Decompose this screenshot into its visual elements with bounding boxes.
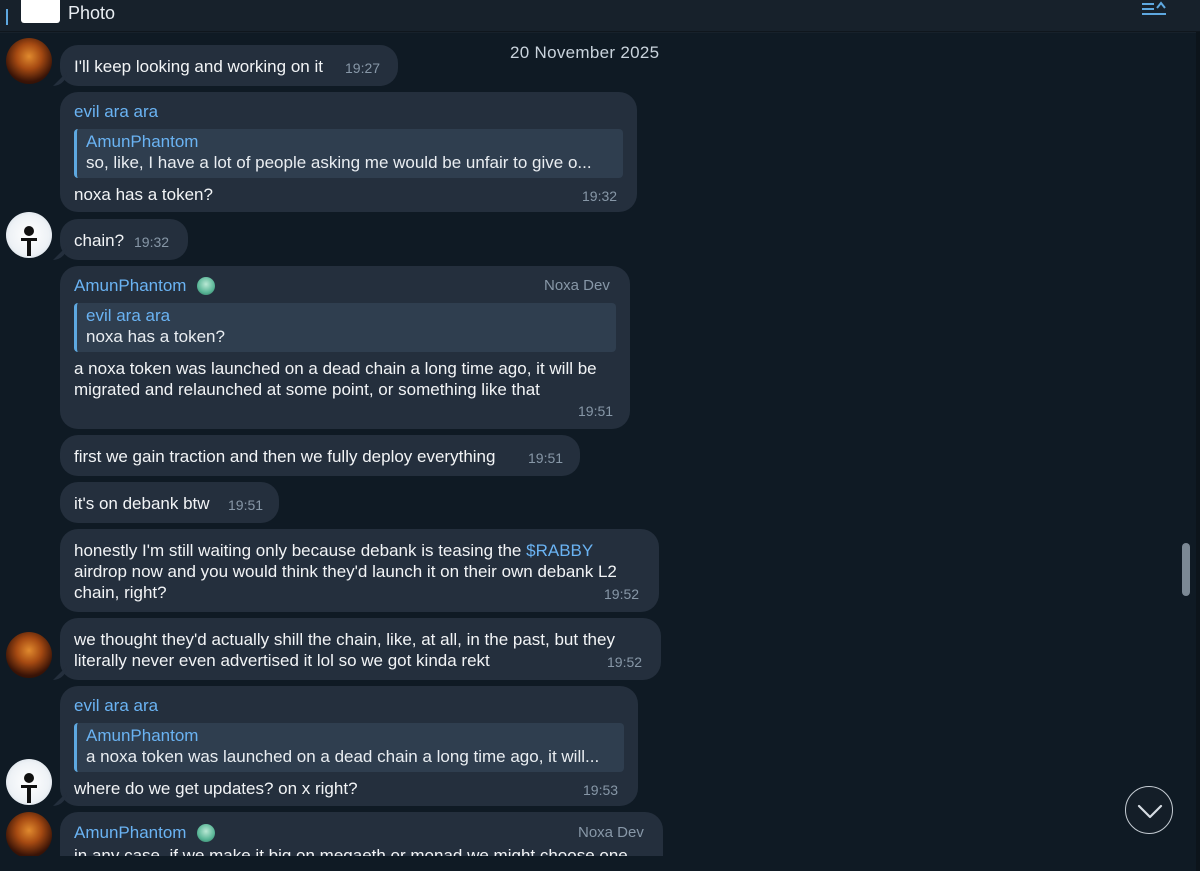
message-bubble[interactable]: evil ara ara AmunPhantom so, like, I hav… [60,92,637,212]
message-bubble[interactable]: first we gain traction and then we fully… [60,435,580,476]
message-text: I'll keep looking and working on it [74,57,323,76]
message-time: 19:51 [528,450,564,466]
message-text-line-2: airdrop now and you would think they'd l… [74,562,617,581]
window-edge [1196,32,1200,871]
message-text-line-2: literally never even advertised it lol s… [74,651,490,670]
message-time: 19:51 [578,403,614,419]
message-time: 19:53 [583,782,619,798]
message-time: 19:27 [345,60,381,76]
pinned-photo-thumbnail [21,0,60,23]
message-text: where do we get updates? on x right? [74,779,358,798]
amunphantom-avatar[interactable] [6,38,52,84]
message-bubble[interactable]: we thought they'd actually shill the cha… [60,618,661,680]
silhouette-icon [21,773,37,803]
message-time: 19:52 [607,654,643,670]
rabby-link[interactable]: $RABBY [526,541,593,560]
message-text-line-1: a noxa token was launched on a dead chai… [74,359,597,378]
message-text-line-1: honestly I'm still waiting only because … [74,541,594,560]
quote-text: noxa has a token? [86,327,225,346]
chevron-down-icon [1137,804,1163,819]
message-time: 19:32 [582,188,618,204]
sender-role: Noxa Dev [578,824,644,841]
pinned-label: Photo [68,3,116,23]
message-bubble[interactable]: I'll keep looking and working on it 19:2… [60,45,398,86]
sender-role: Noxa Dev [544,277,610,294]
message-text-line-2: migrated and relaunched at some point, o… [74,380,540,399]
amunphantom-avatar[interactable] [6,812,52,858]
reply-quote[interactable]: evil ara ara noxa has a token? [74,303,616,352]
message-text-line-1: we thought they'd actually shill the cha… [74,630,615,649]
scroll-to-bottom-button[interactable] [1125,786,1173,834]
message-bubble[interactable]: it's on debank btw 19:51 [60,482,279,523]
message-bubble[interactable]: honestly I'm still waiting only because … [60,529,659,612]
pinned-list-icon[interactable] [1140,0,1170,16]
evil-ara-ara-avatar[interactable] [6,212,52,258]
reply-quote[interactable]: AmunPhantom so, like, I have a lot of pe… [74,129,623,178]
chat-bottom-edge [0,856,1200,871]
message-text: first we gain traction and then we fully… [74,447,496,466]
quote-text: a noxa token was launched on a dead chai… [86,747,600,766]
emoji-icon [197,277,215,295]
message-text: chain? [74,231,125,250]
quote-sender: AmunPhantom [86,726,199,745]
reply-quote[interactable]: AmunPhantom a noxa token was launched on… [74,723,624,772]
quote-text: so, like, I have a lot of people asking … [86,153,592,172]
sender-name[interactable]: AmunPhantom [74,823,186,843]
message-time: 19:52 [604,586,640,602]
sender-name[interactable]: evil ara ara [74,696,158,716]
amunphantom-avatar[interactable] [6,632,52,678]
message-text: it's on debank btw [74,494,210,513]
emoji-icon [197,824,215,842]
message-bubble[interactable]: evil ara ara AmunPhantom a noxa token wa… [60,686,638,806]
message-time: 19:51 [228,497,264,513]
message-text: noxa has a token? [74,185,213,204]
date-separator: 20 November 2025 [510,43,660,62]
message-bubble[interactable]: chain? 19:32 [60,219,188,260]
message-time: 19:32 [134,234,170,250]
message-bubble[interactable]: AmunPhantom Noxa Dev evil ara ara noxa h… [60,266,630,429]
chat-scrollbar[interactable] [1182,543,1190,596]
quote-sender: AmunPhantom [86,132,199,151]
quote-sender: evil ara ara [86,306,171,325]
silhouette-icon [21,226,37,256]
pinned-accent [6,9,8,25]
evil-ara-ara-avatar[interactable] [6,759,52,805]
message-text-line-3: chain, right? [74,583,167,602]
pinned-message-bar[interactable]: Photo [0,0,1200,32]
sender-name[interactable]: evil ara ara [74,102,158,122]
sender-name[interactable]: AmunPhantom [74,276,186,296]
